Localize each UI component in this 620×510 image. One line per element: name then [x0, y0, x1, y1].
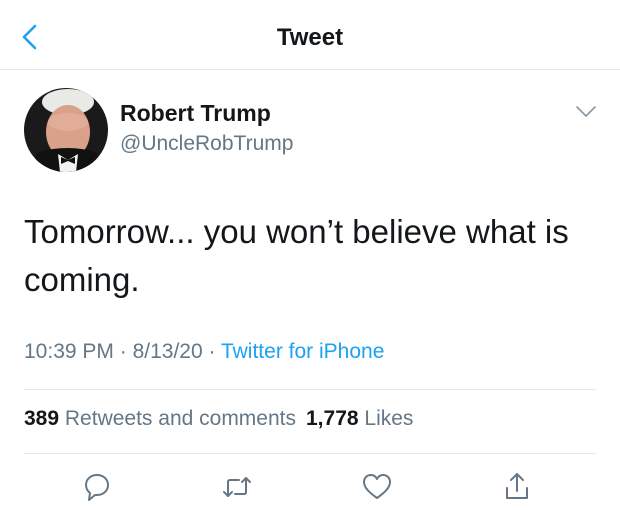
tweet-source-link[interactable]: Twitter for iPhone: [221, 340, 384, 363]
likes-stat[interactable]: 1,778 Likes: [306, 407, 413, 430]
tweet-stats: 389 Retweets and comments 1,778 Likes: [24, 407, 413, 431]
share-button[interactable]: [500, 470, 534, 504]
share-icon: [506, 473, 528, 499]
tweet-detail-screen: Tweet Robert Trump @UncleRobTrump Tomorr…: [0, 0, 620, 510]
tweet-time: 10:39 PM: [24, 340, 114, 363]
reply-icon: [85, 474, 109, 501]
tweet-meta: 10:39 PM · 8/13/20 · Twitter for iPhone: [24, 340, 384, 364]
tweet-text: Tomorrow... you won’t believe what is co…: [24, 213, 569, 298]
divider: [24, 453, 596, 454]
retweets-label: Retweets and comments: [64, 407, 296, 430]
heart-icon: [363, 474, 391, 499]
reply-button[interactable]: [80, 470, 114, 504]
avatar[interactable]: [24, 88, 108, 172]
tweet-date: 8/13/20: [132, 340, 203, 363]
meta-separator: ·: [208, 340, 216, 363]
page-title: Tweet: [276, 24, 344, 51]
divider: [24, 389, 596, 390]
top-bar: Tweet: [0, 0, 620, 70]
retweet-icon: [223, 477, 251, 497]
chevron-down-icon: [576, 106, 596, 117]
tweet-actions: [0, 470, 620, 510]
retweets-count: 389: [24, 407, 60, 430]
retweets-stat[interactable]: 389 Retweets and comments: [24, 407, 296, 430]
like-button[interactable]: [360, 470, 394, 504]
tweet-menu-button[interactable]: [574, 104, 598, 120]
likes-count: 1,778: [306, 407, 359, 430]
author-name[interactable]: Robert Trump: [120, 100, 271, 127]
meta-separator: ·: [119, 340, 127, 363]
avatar-image: [24, 88, 108, 172]
retweet-button[interactable]: [220, 470, 254, 504]
author-handle[interactable]: @UncleRobTrump: [120, 132, 293, 156]
likes-label: Likes: [364, 407, 414, 430]
tweet-author: Robert Trump @UncleRobTrump: [24, 88, 604, 178]
